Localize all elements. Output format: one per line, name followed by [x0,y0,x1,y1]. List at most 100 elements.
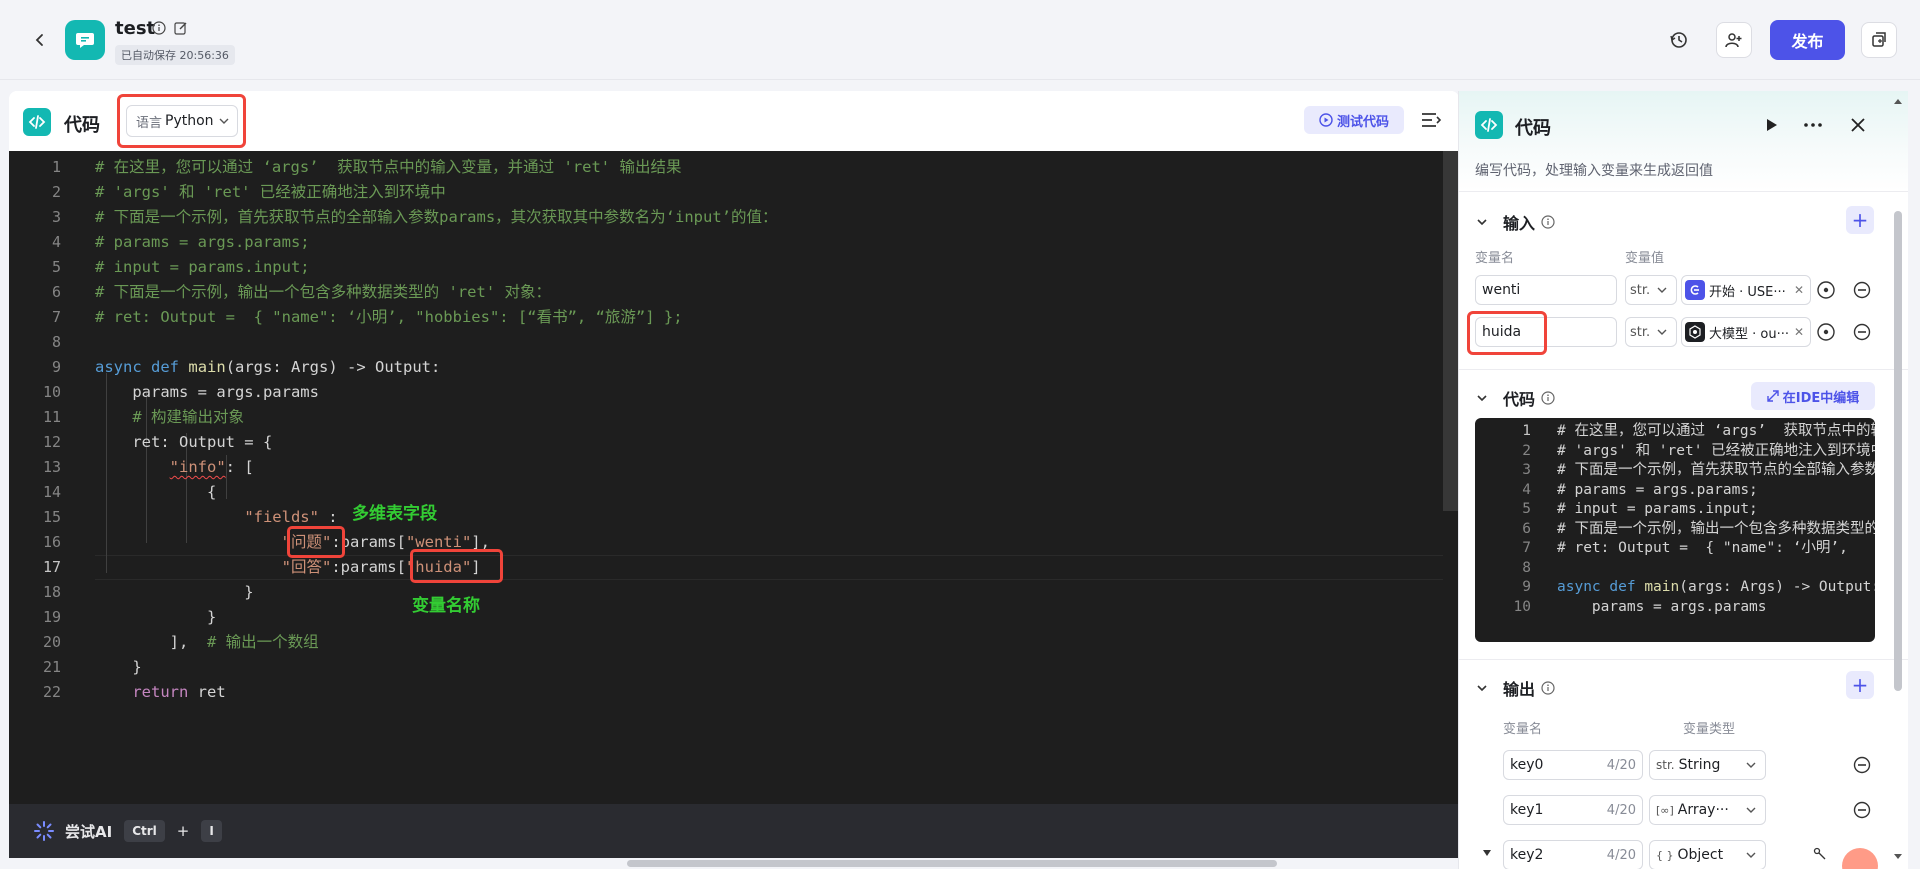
preview-line-number: 4 [1522,481,1531,498]
link-icon[interactable] [1812,846,1828,862]
code-line: } [95,658,142,676]
line-number: 3 [51,208,61,226]
info-icon[interactable] [1541,391,1555,405]
editor-scrollbar[interactable] [1443,151,1459,511]
line-number: 1 [51,158,61,176]
code-preview[interactable]: 1 2 3 4 5 6 7 8 9 10 # 在这里，您可以通过 ‘args’ 获取节点中的输入变… [1475,418,1875,642]
back-arrow-icon[interactable] [28,28,52,52]
language-highlight-box [117,94,246,148]
type-label: str. [1630,324,1651,340]
history-button[interactable] [1661,22,1697,58]
output-name-value: key1 [1510,802,1544,818]
publish-button[interactable]: 发布 [1770,20,1845,60]
output-type-select[interactable]: str. String [1649,750,1766,780]
input-type-select[interactable]: str. [1625,275,1677,305]
llm-node-icon [1685,322,1705,342]
input-value-column: 变量值 [1625,251,1665,266]
line-number: 10 [42,383,61,401]
code-line: # 下面是一个示例，首先获取节点的全部输入参数params，其次获取其中参数名为… [95,208,778,226]
input-reference-select[interactable]: 开始 · USE··· ✕ [1681,275,1811,305]
shortcut-plus: + [176,822,190,840]
code-icon [1475,111,1503,139]
outline-menu-icon[interactable] [1419,108,1443,132]
close-icon[interactable] [1848,115,1868,135]
expand-row-icon[interactable] [1481,847,1493,859]
code-editor[interactable]: 1 2 3 4 5 6 7 8 9 10 11 12 13 14 15 16 17 18 19 20 21 22 # 在这… [9,151,1459,804]
line-number: 13 [42,458,61,476]
clear-reference-icon[interactable]: ✕ [1794,283,1804,297]
input-type-select[interactable]: str. [1625,317,1677,347]
horizontal-scrollbar[interactable] [627,860,1277,867]
line-number: 18 [42,583,61,601]
variable-pick-icon[interactable] [1815,279,1837,301]
info-icon[interactable] [1541,681,1555,695]
code-node-panel: 代码 编写代码，处理输入变量来生成返回值 输入 + 变量名 变量值 wenti … [1458,91,1908,869]
code-line: } [95,583,254,601]
code-line: params = args.params [95,383,319,401]
test-code-label: 测试代码 [1336,114,1389,130]
remove-input-icon[interactable] [1852,322,1872,342]
chevron-down-icon [1477,219,1487,226]
scroll-down-icon[interactable] [1893,853,1903,861]
code-line: } [95,608,217,626]
line-number: 7 [51,308,61,326]
divider [1459,659,1908,660]
code-line: { [95,483,217,501]
line-number-gutter: 1 2 3 4 5 6 7 8 9 10 11 12 13 14 15 16 17 18 19 20 21 22 [9,155,67,705]
expand-icon [1767,390,1779,402]
add-input-button[interactable]: + [1846,206,1874,234]
run-icon[interactable] [1761,115,1781,135]
remove-output-icon[interactable] [1852,755,1872,775]
code-section-header[interactable]: 代码 [1475,386,1555,410]
remove-output-icon[interactable] [1852,800,1872,820]
code-line: # ret: Output = { "name": ‘小明’, "hobbies… [95,308,683,326]
output-name-field[interactable]: key1 4/20 [1503,795,1643,825]
clear-reference-icon[interactable]: ✕ [1794,325,1804,339]
preview-code-content: # 在这里，您可以通过 ‘args’ 获取节点中的输入变量，并通过 'ret' … [1557,423,1875,615]
edit-in-ide-button[interactable]: 在IDE中编辑 [1751,382,1875,410]
code-editor-panel: 代码 语言 Python 测试代码 1 2 3 4 5 6 7 8 9 10 11 12 13 14 15 1… [9,91,1459,858]
code-content[interactable]: # 在这里，您可以通过 ‘args’ 获取节点中的输入变量，并通过 'ret' … [95,155,1443,705]
info-icon[interactable] [152,21,166,35]
remove-input-icon[interactable] [1852,280,1872,300]
duplicate-button[interactable] [1861,22,1897,58]
reference-label: 大模型 · ou··· [1709,326,1789,342]
chevron-down-icon [1477,685,1487,692]
input-section-header[interactable]: 输入 [1475,210,1555,234]
input-name-field[interactable]: wenti [1475,275,1617,305]
collaborator-button[interactable] [1716,22,1752,58]
output-name-field[interactable]: key0 4/20 [1503,750,1643,780]
output-name-value: key2 [1510,847,1544,863]
add-user-icon [1725,33,1742,48]
preview-line-number: 7 [1522,540,1531,556]
try-ai-bar[interactable]: 尝试AI Ctrl + I [9,804,1459,858]
output-section-title: 输出 [1503,680,1536,699]
output-section-header[interactable]: 输出 [1475,676,1555,700]
code-line: "回答":params["huida"] [281,558,481,576]
line-number: 4 [51,233,61,251]
line-number: 2 [51,183,61,201]
editor-header: 代码 语言 Python 测试代码 [9,91,1459,151]
history-icon [1670,32,1687,48]
more-options-icon[interactable] [1802,115,1824,135]
output-type-select[interactable]: { } Object [1649,840,1766,869]
code-line: async def main(args: Args) -> Output: [95,358,441,376]
scroll-up-icon[interactable] [1893,97,1903,105]
input-reference-select[interactable]: 大模型 · ou··· ✕ [1681,317,1811,347]
field-name-highlight-box [287,526,345,558]
start-node-icon [1685,280,1705,300]
line-number: 20 [42,633,61,651]
output-type-select[interactable]: [∞] Array··· [1649,795,1766,825]
info-icon[interactable] [1541,215,1555,229]
app-title: test [115,18,156,39]
test-code-button[interactable]: 测试代码 [1304,106,1404,134]
preview-line-number: 2 [1522,442,1531,459]
output-name-field[interactable]: key2 4/20 [1503,840,1643,869]
code-section-title: 代码 [1503,390,1536,409]
chevron-down-icon [1657,329,1667,335]
variable-pick-icon[interactable] [1815,321,1837,343]
add-output-button[interactable]: + [1846,671,1874,699]
side-panel-scrollbar[interactable] [1894,211,1902,691]
edit-icon[interactable] [173,20,189,36]
code-line: # input = params.input; [95,258,310,276]
